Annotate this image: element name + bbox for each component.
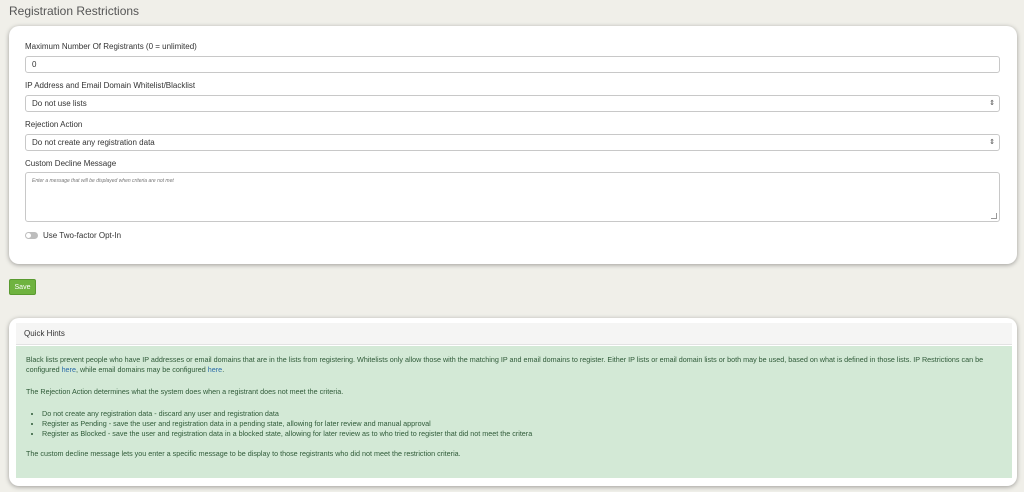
hint-paragraph-lists: Black lists prevent people who have IP a… — [26, 355, 1002, 375]
restrictions-card: Maximum Number Of Registrants (0 = unlim… — [9, 26, 1017, 264]
rejection-select[interactable]: Do not create any registration data ⇕ — [25, 134, 1000, 151]
quick-hints-title: Quick Hints — [16, 323, 1012, 345]
two-factor-toggle[interactable] — [25, 232, 38, 239]
select-arrows-icon: ⇕ — [989, 139, 995, 146]
hint-text: , while email domains may be configured — [75, 365, 208, 374]
decline-textarea[interactable]: Enter a message that will be displayed w… — [25, 172, 1000, 222]
save-button[interactable]: Save — [9, 279, 36, 295]
max-registrants-input[interactable]: 0 — [25, 56, 1000, 73]
list-item: Register as Pending - save the user and … — [42, 419, 1002, 429]
rejection-select-value: Do not create any registration data — [32, 138, 155, 147]
rejection-options-list: Do not create any registration data - di… — [26, 409, 1002, 439]
lists-select[interactable]: Do not use lists ⇕ — [25, 95, 1000, 112]
lists-select-value: Do not use lists — [32, 99, 87, 108]
toggle-knob — [26, 233, 31, 238]
resize-handle-icon[interactable] — [991, 213, 997, 219]
list-item: Register as Blocked - save the user and … — [42, 429, 1002, 439]
lists-label: IP Address and Email Domain Whitelist/Bl… — [25, 81, 196, 90]
max-registrants-label: Maximum Number Of Registrants (0 = unlim… — [25, 42, 197, 51]
hint-text: . — [222, 365, 225, 374]
list-item: Do not create any registration data - di… — [42, 409, 1002, 419]
quick-hints-panel: Quick Hints Black lists prevent people w… — [9, 318, 1017, 486]
decline-label: Custom Decline Message — [25, 159, 117, 168]
two-factor-label: Use Two-factor Opt-In — [43, 231, 122, 240]
email-domains-link[interactable]: here — [208, 365, 222, 374]
hint-paragraph-decline: The custom decline message lets you ente… — [26, 449, 461, 458]
hint-paragraph-rejection: The Rejection Action determines what the… — [26, 387, 344, 396]
select-arrows-icon: ⇕ — [989, 100, 995, 107]
page-title: Registration Restrictions — [9, 4, 140, 18]
ip-restrictions-link[interactable]: here — [62, 365, 76, 374]
two-factor-row: Use Two-factor Opt-In — [25, 231, 121, 240]
rejection-label: Rejection Action — [25, 120, 83, 129]
quick-hints-body: Black lists prevent people who have IP a… — [16, 346, 1012, 478]
decline-placeholder: Enter a message that will be displayed w… — [32, 178, 174, 184]
